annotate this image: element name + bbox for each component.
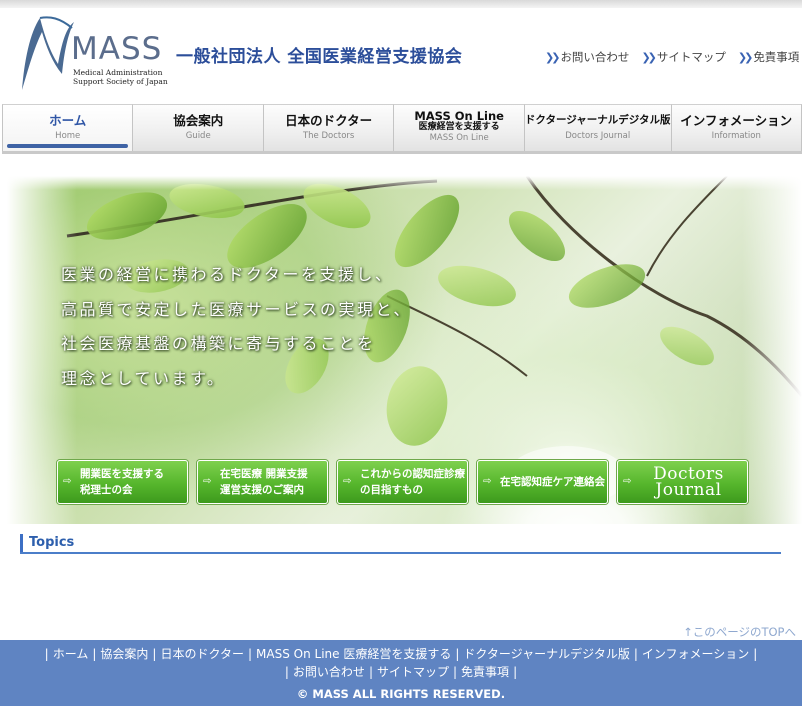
banner-tax-accountant-association[interactable]: ⇨ 開業医を支援する 税理士の会 [57, 460, 188, 504]
footer-separator: | [453, 665, 458, 679]
hero-line: 社会医療基盤の構築に寄与することを [61, 334, 376, 353]
nav-tab-home[interactable]: ホーム Home [2, 104, 134, 151]
nav-tab-label: ドクタージャーナルデジタル版 [524, 114, 671, 126]
nav-tab-label: ホーム [49, 113, 87, 128]
banner-home-medical-support[interactable]: ⇨ 在宅医療 開業支援 運営支援のご案内 [197, 460, 328, 504]
nav-tab-information[interactable]: インフォメーション Information [671, 104, 802, 151]
footer-nav: | ホーム | 協会案内 | 日本のドクター | MASS On Line 医療経営を支援する… [0, 640, 802, 681]
footer-link-contact[interactable]: お問い合わせ [293, 665, 365, 679]
nav-tab-sublabel: Guide [185, 131, 211, 141]
nav-tab-guide[interactable]: 協会案内 Guide [133, 104, 264, 151]
arrow-right-icon: ⇨ [623, 476, 632, 487]
hero-line: 高品質で安定した医療サービスの実現と、 [61, 299, 412, 319]
footer-link-doctors-journal[interactable]: ドクタージャーナルデジタル版 [463, 647, 629, 661]
footer-link-mass-online[interactable]: MASS On Line 医療経営を支援する [256, 647, 451, 661]
footer-link-sitemap[interactable]: サイトマップ [377, 665, 449, 679]
nav-tab-sublabel: Doctors Journal [565, 131, 631, 141]
nav-tab-sublabel: Information [711, 131, 761, 141]
footer-separator: | [513, 665, 518, 679]
top-strip [0, 0, 802, 8]
copyright: © MASS ALL RIGHTS RESERVED. [296, 687, 506, 701]
footer-separator: | [44, 647, 49, 661]
footer-separator: | [455, 647, 460, 661]
banner-label: 開業医を支援する 税理士の会 [80, 466, 164, 498]
banner-label-line-1: 開業医を支援する [80, 468, 164, 480]
arrow-right-icon: ⇨ [483, 476, 492, 487]
topics-section-header: Topics [20, 534, 781, 554]
contact-link-label: お問い合わせ [560, 50, 630, 64]
banner-label-line-2: の目指すもの [360, 484, 423, 496]
logo-subtitle: Medical Administration Support Society o… [73, 68, 168, 86]
nav-tab-sublabel: The Doctors [302, 131, 355, 141]
hero-banner: 医業の経営に携わるドクターを支援し、 高品質で安定した医療サービスの実現と、 社… [7, 176, 802, 524]
banner-label: これからの認知症診療 の目指すもの [360, 466, 465, 498]
global-nav: ホーム Home 協会案内 Guide 日本のドクター The Doctors … [2, 104, 802, 154]
banner-label-line-2: 運営支援のご案内 [220, 484, 304, 496]
arrow-right-icon: ⇨ [343, 476, 352, 487]
hero-fade-top [7, 176, 802, 190]
nav-tab-label: 日本のドクター [285, 113, 373, 128]
footer-separator: | [152, 647, 157, 661]
footer-link-guide[interactable]: 協会案内 [100, 647, 148, 661]
double-chevron-right-icon: ❯❯ [545, 50, 561, 64]
banner-label-line-2: 税理士の会 [80, 484, 133, 496]
nav-tab-label-2: 医療経営を支援する [418, 122, 500, 132]
logo-swoosh-icon [22, 16, 74, 90]
double-chevron-right-icon: ❯❯ [737, 50, 754, 64]
footer-separator: | [247, 647, 253, 661]
nav-tab-mass-online[interactable]: MASS On Line 医療経営を支援する MASS On Line [394, 104, 525, 151]
sitemap-link[interactable]: ❯❯ サイトマップ [641, 49, 725, 65]
page-top-link[interactable]: ↑このページのTOPへ [683, 624, 796, 640]
logo-subtitle-line-1: Medical Administration [73, 68, 163, 77]
footer-nav-row-2: | お問い合わせ | サイトマップ | 免責事項 | [0, 663, 802, 681]
footer-separator: | [368, 665, 373, 679]
site-logo[interactable]: MASS Medical Administration Support Soci… [16, 12, 168, 94]
footer-link-information[interactable]: インフォメーション [642, 647, 749, 661]
nav-tab-doctors-journal[interactable]: ドクタージャーナルデジタル版 Doctors Journal [524, 104, 672, 151]
disclaimer-link[interactable]: ❯❯ 免責事項 [738, 49, 799, 65]
footer-nav-row-1: | ホーム | 協会案内 | 日本のドクター | MASS On Line 医療経営を支援する… [0, 645, 802, 663]
nav-tab-sublabel: Home [55, 131, 81, 141]
disclaimer-link-label: 免責事項 [753, 50, 800, 64]
utility-nav: ❯❯ お問い合わせ ❯❯ サイトマップ ❯❯ 免責事項 [545, 49, 799, 65]
banner-dementia-care-future[interactable]: ⇨ これからの認知症診療 の目指すもの [337, 460, 468, 504]
banner-label-line-1: これからの認知症診療 [360, 468, 465, 480]
nav-tab-doctors[interactable]: 日本のドクター The Doctors [263, 104, 395, 151]
hero-fade-right [742, 176, 802, 524]
hero-line: 医業の経営に携わるドクターを支援し、 [61, 265, 394, 284]
banner-label: Doctors Journal [640, 466, 747, 500]
nav-tab-sublabel: MASS On Line [429, 133, 489, 143]
contact-link[interactable]: ❯❯ お問い合わせ [545, 49, 629, 65]
banner-home-dementia-care-network[interactable]: ⇨ 在宅認知症ケア連絡会 [477, 460, 608, 504]
nav-tab-label: 協会案内 [173, 113, 224, 128]
footer-separator: | [284, 665, 289, 679]
hero-line: 理念としています。 [61, 368, 226, 388]
organization-name: 一般社団法人 全国医業経営支援協会 [176, 47, 463, 67]
footer-link-disclaimer[interactable]: 免責事項 [461, 665, 509, 679]
footer-separator: | [92, 647, 97, 661]
topics-title: Topics [29, 535, 75, 550]
arrow-right-icon: ⇨ [203, 476, 212, 487]
nav-tab-label: MASS On Line [414, 109, 504, 123]
sitemap-link-label: サイトマップ [656, 50, 726, 64]
banner-label-line-2: Journal [655, 480, 722, 500]
topics-accent-bar [20, 534, 23, 552]
feature-banners: ⇨ 開業医を支援する 税理士の会 ⇨ 在宅医療 開業支援 運営支援のご案内 ⇨ … [57, 460, 748, 504]
footer-link-doctors[interactable]: 日本のドクター [160, 647, 244, 661]
site-footer: | ホーム | 協会案内 | 日本のドクター | MASS On Line 医療経営を支援する… [0, 640, 802, 706]
footer-separator: | [753, 647, 758, 661]
arrow-right-icon: ⇨ [63, 476, 72, 487]
banner-label: 在宅認知症ケア連絡会 [500, 476, 605, 488]
footer-separator: | [633, 647, 638, 661]
nav-tab-label: インフォメーション [680, 113, 793, 128]
hero-mission-statement: 医業の経営に携わるドクターを支援し、 高品質で安定した医療サービスの実現と、 社… [61, 258, 412, 396]
banner-doctors-journal[interactable]: ⇨ Doctors Journal [617, 460, 748, 504]
logo-wordmark: MASS [71, 31, 163, 67]
logo-subtitle-line-2: Support Society of Japan [73, 77, 168, 86]
banner-label: 在宅医療 開業支援 運営支援のご案内 [220, 466, 308, 498]
double-chevron-right-icon: ❯❯ [641, 50, 657, 64]
banner-label-line-1: 在宅医療 開業支援 [220, 468, 308, 480]
footer-link-home[interactable]: ホーム [53, 647, 89, 661]
